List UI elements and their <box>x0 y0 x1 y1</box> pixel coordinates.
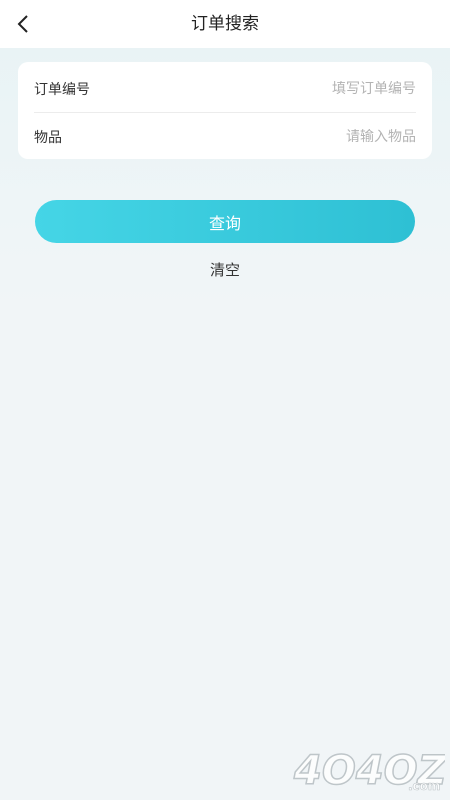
item-row: 物品 <box>34 113 416 160</box>
watermark-suffix: .com <box>408 779 440 793</box>
item-input[interactable] <box>216 128 416 145</box>
order-no-label: 订单编号 <box>34 81 90 98</box>
order-no-input[interactable] <box>216 80 416 97</box>
item-label: 物品 <box>34 129 62 146</box>
page-title: 订单搜索 <box>191 14 259 34</box>
watermark-logo: 4O4OZ .com <box>292 747 445 794</box>
order-no-row: 订单编号 <box>34 65 416 113</box>
clear-button[interactable]: 清空 <box>175 256 275 282</box>
header-bar: 订单搜索 <box>0 0 450 48</box>
query-button[interactable]: 查询 <box>35 200 415 243</box>
search-form-card: 订单编号 物品 <box>18 62 432 159</box>
